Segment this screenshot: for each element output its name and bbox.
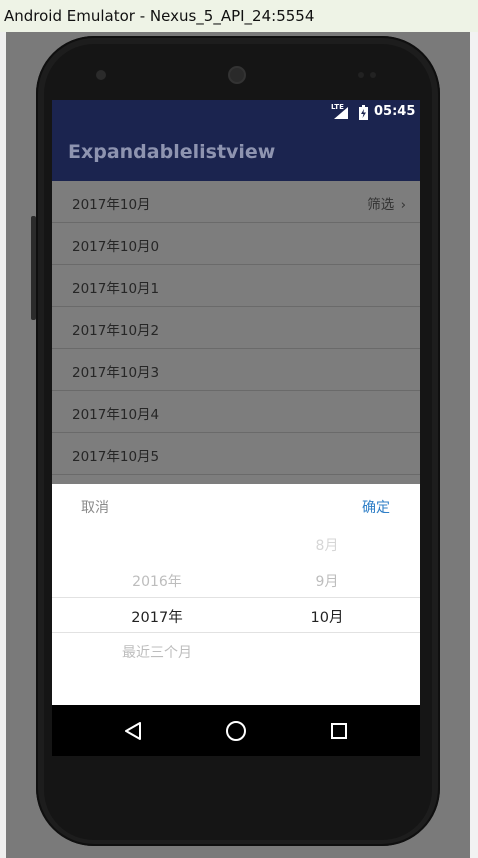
list-item[interactable]: 2017年10月4	[52, 391, 420, 433]
device-screen: LTE 05:45 Expandablelistview 2017年10月 筛选…	[52, 100, 420, 756]
back-icon[interactable]	[125, 722, 141, 740]
signal-icon	[334, 107, 348, 119]
date-picker-sheet: 取消 确定 2016年 2017年 最近三个月 8月 9月 10月	[52, 484, 420, 705]
app-title: Expandablelistview	[68, 141, 276, 163]
month-option[interactable]: 9月	[262, 571, 392, 591]
picker-selection-bottom-line	[52, 632, 420, 633]
status-time: 05:45	[374, 104, 416, 119]
list-item[interactable]: 2017年10月2	[52, 307, 420, 349]
picker-selection-top-line	[52, 597, 420, 598]
status-bar: LTE 05:45	[52, 100, 420, 124]
earpiece-speaker	[228, 66, 246, 84]
list-item-label: 2017年10月4	[72, 407, 160, 423]
year-option[interactable]: 2016年	[92, 571, 222, 591]
selected-month[interactable]: 10月	[262, 606, 392, 627]
proximity-sensor	[358, 72, 364, 78]
list-item[interactable]: 2017年10月0	[52, 223, 420, 265]
list-item[interactable]: 2017年10月3	[52, 349, 420, 391]
list-header-row[interactable]: 2017年10月 筛选 ›	[52, 181, 420, 223]
app-bar: Expandablelistview	[52, 124, 420, 181]
filter-label: 筛选	[367, 197, 395, 213]
home-icon[interactable]	[226, 721, 246, 741]
front-camera	[96, 70, 106, 80]
emulator-window-title: Android Emulator - Nexus_5_API_24:5554	[4, 7, 315, 25]
confirm-button[interactable]: 确定	[362, 497, 390, 517]
selected-year[interactable]: 2017年	[92, 606, 222, 627]
month-option[interactable]: 8月	[262, 535, 392, 555]
battery-charging-icon	[359, 105, 368, 120]
filter-button[interactable]: 筛选 ›	[367, 193, 406, 213]
year-option[interactable]: 最近三个月	[92, 642, 222, 662]
list-header-label: 2017年10月	[72, 197, 151, 213]
list-item-label: 2017年10月1	[72, 281, 160, 297]
window-right-edge	[470, 32, 478, 858]
list-item-label: 2017年10月3	[72, 365, 160, 381]
list-item-label: 2017年10月2	[72, 323, 160, 339]
emulator-title-bar: Android Emulator - Nexus_5_API_24:5554	[0, 0, 478, 32]
window-left-edge	[0, 32, 6, 858]
volume-button[interactable]	[31, 216, 36, 320]
list-item[interactable]: 2017年10月1	[52, 265, 420, 307]
navigation-bar	[52, 705, 420, 756]
list-item[interactable]: 2017年10月5	[52, 433, 420, 475]
recents-icon[interactable]	[331, 723, 347, 739]
light-sensor	[370, 72, 376, 78]
chevron-right-icon: ›	[400, 197, 406, 213]
list-item-label: 2017年10月5	[72, 449, 160, 465]
list-item-label: 2017年10月0	[72, 239, 160, 255]
cancel-button[interactable]: 取消	[81, 497, 109, 517]
